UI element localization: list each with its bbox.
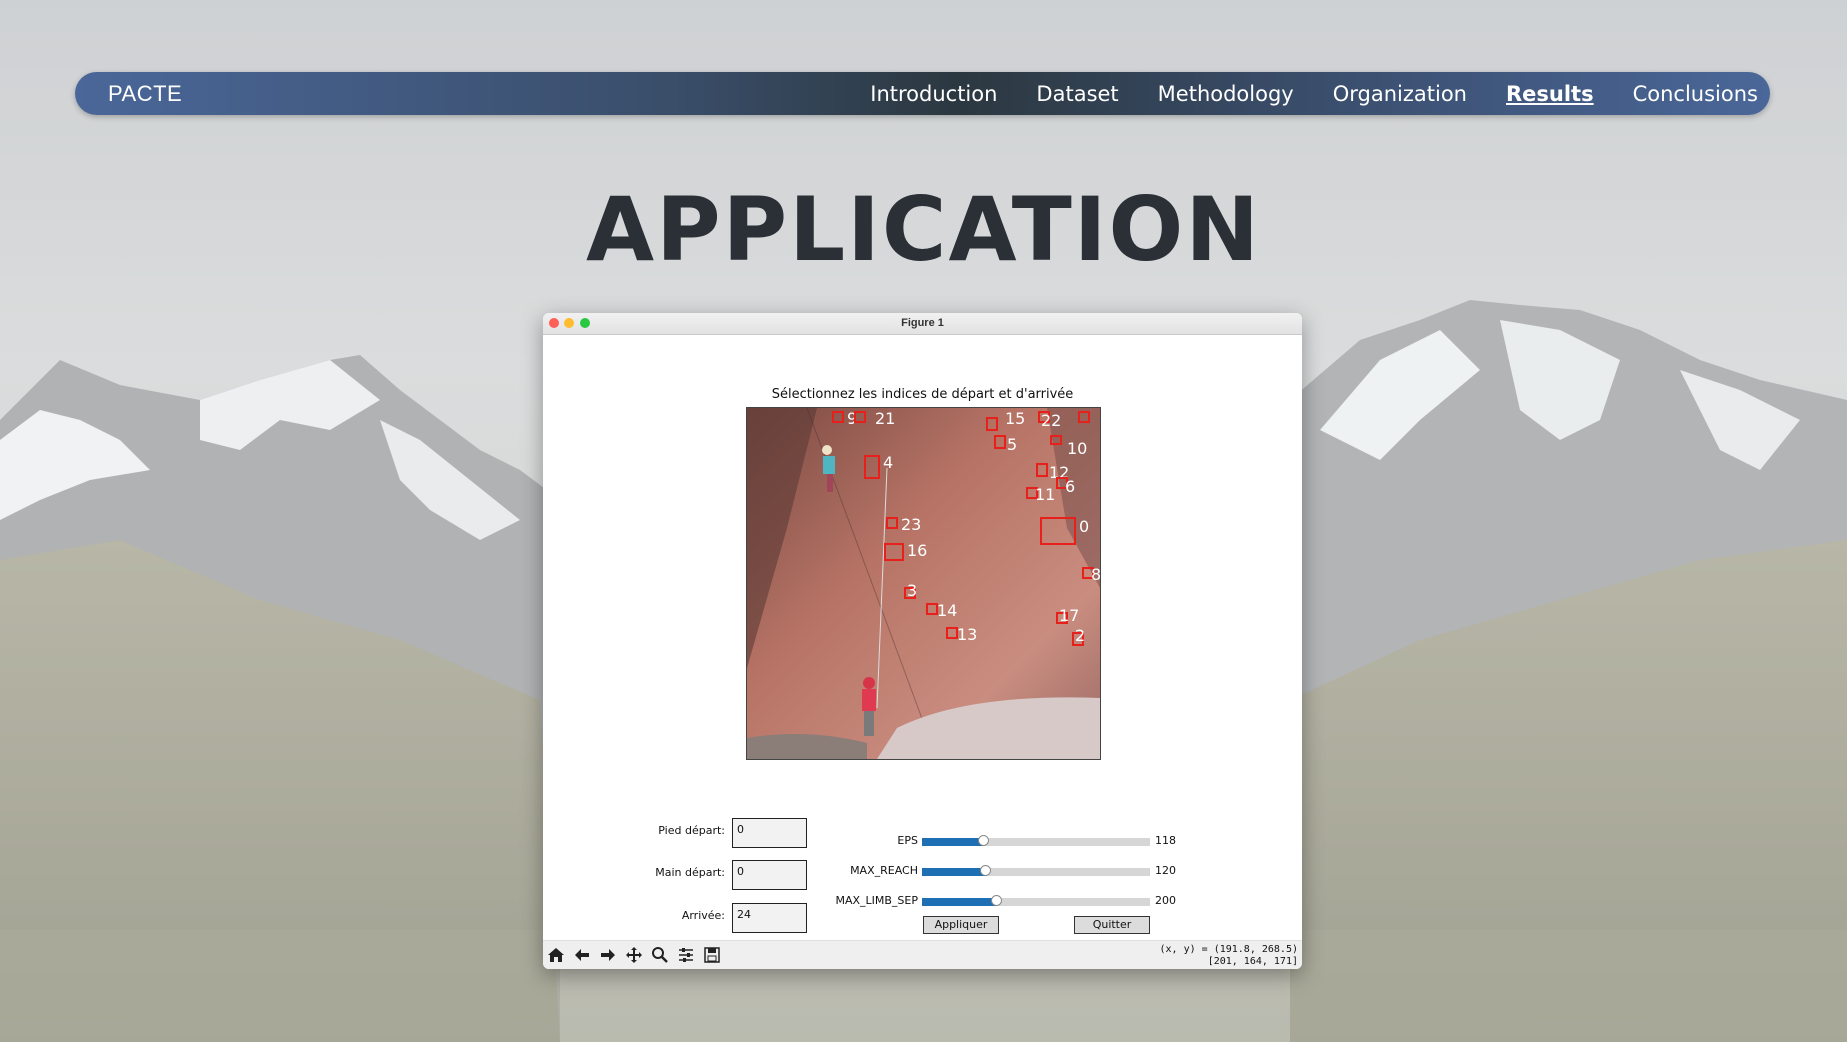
hold-index-label: 16 (907, 541, 927, 560)
hold-index-label: 10 (1067, 439, 1087, 458)
hold-index-label: 8 (1091, 565, 1100, 584)
figure-title: Sélectionnez les indices de départ et d'… (771, 387, 1074, 402)
climbing-wall-photo[interactable]: 9211522710412611082316314131725 (746, 407, 1101, 760)
nav-link-methodology[interactable]: Methodology (1158, 82, 1294, 106)
arrival-input[interactable]: 24 (732, 903, 807, 933)
hand-start-input[interactable]: 0 (732, 860, 807, 890)
hold-index-label: 5 (1007, 435, 1017, 454)
hold-box (1078, 411, 1090, 423)
cursor-rgb: [201, 164, 171] (1207, 956, 1298, 967)
hold-index-label: 4 (883, 453, 893, 472)
arrival-label: Arrivée: (681, 909, 725, 922)
home-icon[interactable] (547, 946, 567, 964)
eps-slider-fill (922, 838, 984, 846)
hold-index-label: 11 (1035, 485, 1055, 504)
max-reach-value: 120 (1155, 864, 1176, 877)
cursor-coords: (x, y) = (191.8, 268.5) (1159, 944, 1298, 955)
hold-box (986, 417, 998, 431)
quit-button[interactable]: Quitter (1074, 916, 1150, 934)
nav-link-results[interactable]: Results (1506, 82, 1594, 106)
hand-start-label: Main départ: (655, 866, 725, 879)
hold-index-label: 21 (875, 409, 895, 428)
hold-box (1040, 517, 1076, 545)
window-title: Figure 1 (901, 317, 944, 329)
save-icon[interactable] (703, 946, 723, 964)
nav-link-conclusions[interactable]: Conclusions (1633, 82, 1758, 106)
page-title: APPLICATION (586, 178, 1261, 281)
hold-index-label: 17 (1059, 606, 1079, 625)
hold-index-label: 3 (907, 581, 917, 600)
matplotlib-toolbar: (x, y) = (191.8, 268.5) [201, 164, 171] (543, 940, 1302, 969)
hold-box (1050, 435, 1062, 445)
hold-box (946, 627, 958, 639)
max-limb-sep-slider[interactable] (922, 895, 1150, 906)
cursor-readout: (x, y) = (191.8, 268.5) [201, 164, 171] (1160, 944, 1298, 968)
hold-index-label: 15 (1005, 409, 1025, 428)
max-limb-sep-slider-handle[interactable] (991, 895, 1003, 906)
max-limb-sep-slider-fill (922, 898, 998, 906)
max-reach-label: MAX_REACH (850, 864, 918, 877)
hold-index-label: 14 (937, 601, 957, 620)
hold-index-label: 2 (1075, 626, 1085, 645)
eps-label: EPS (897, 834, 918, 847)
hold-index-label: 6 (1065, 477, 1075, 496)
forward-icon[interactable] (599, 946, 619, 964)
foot-start-label: Pied départ: (658, 824, 725, 837)
max-reach-slider-handle[interactable] (979, 865, 991, 876)
eps-slider[interactable] (922, 835, 1150, 846)
pan-icon[interactable] (625, 946, 645, 964)
configure-icon[interactable] (677, 946, 697, 964)
eps-slider-handle[interactable] (977, 835, 989, 846)
nav-link-dataset[interactable]: Dataset (1036, 82, 1118, 106)
hold-index-label: 22 (1041, 411, 1061, 430)
hold-index-label: 23 (901, 515, 921, 534)
hold-box (926, 603, 938, 615)
brand-logo[interactable]: PACTE (108, 81, 182, 107)
hold-box (832, 411, 844, 423)
hold-box (886, 517, 898, 529)
eps-value: 118 (1155, 834, 1176, 847)
hold-index-label: 0 (1079, 517, 1089, 536)
window-titlebar: Figure 1 (543, 313, 1302, 335)
apply-button[interactable]: Appliquer (923, 916, 999, 934)
hold-box (884, 543, 904, 561)
hold-box (864, 455, 880, 479)
zoom-icon[interactable] (651, 946, 671, 964)
figure-window: Figure 1 Sélectionnez les indices de dép… (543, 313, 1302, 969)
hold-overlay: 9211522710412611082316314131725 (832, 408, 1100, 646)
max-limb-sep-label: MAX_LIMB_SEP (835, 894, 918, 907)
foot-start-input[interactable]: 0 (732, 818, 807, 848)
hold-index-label: 13 (957, 625, 977, 644)
max-reach-slider-fill (922, 868, 986, 876)
max-reach-slider[interactable] (922, 865, 1150, 876)
nav-link-introduction[interactable]: Introduction (870, 82, 997, 106)
max-limb-sep-value: 200 (1155, 894, 1176, 907)
nav-link-organization[interactable]: Organization (1333, 82, 1467, 106)
nav-menu: Introduction Dataset Methodology Organiz… (870, 82, 1758, 106)
hold-index-label: 7 (1099, 408, 1100, 427)
top-navbar: PACTE Introduction Dataset Methodology O… (75, 72, 1770, 115)
hold-box (994, 435, 1006, 449)
back-icon[interactable] (573, 946, 593, 964)
hold-box (1036, 463, 1048, 477)
